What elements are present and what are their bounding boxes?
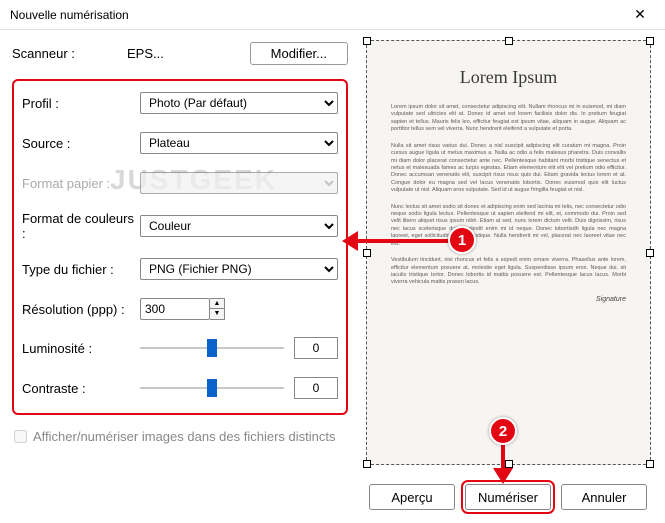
footer-buttons: Aperçu Numériser Annuler (0, 475, 665, 519)
preview-paragraph: Nulla sit amet risus varius dui. Donec a… (391, 143, 626, 195)
crop-handle[interactable] (646, 460, 654, 468)
contrast-field: Contraste : 0 (22, 377, 338, 399)
preview-button[interactable]: Aperçu (369, 484, 455, 510)
profile-label: Profil : (22, 96, 140, 111)
annotation-badge-2: 2 (489, 417, 517, 445)
annotation-arrow (346, 239, 450, 243)
contrast-value: 0 (294, 377, 338, 399)
brightness-label: Luminosité : (22, 341, 140, 356)
color-label: Format de couleurs : (22, 211, 140, 241)
filetype-select[interactable]: PNG (Fichier PNG) (140, 258, 338, 280)
preview-signature: Signature (391, 296, 626, 303)
contrast-slider[interactable] (140, 378, 284, 398)
contrast-label: Contraste : (22, 381, 140, 396)
crop-handle[interactable] (646, 249, 654, 257)
settings-highlight-box: Profil : Photo (Par défaut) Source : Pla… (12, 79, 348, 415)
profile-field: Profil : Photo (Par défaut) (22, 91, 338, 115)
separate-files-checkbox (14, 430, 27, 443)
brightness-value: 0 (294, 337, 338, 359)
scan-button[interactable]: Numériser (465, 484, 551, 510)
color-field: Format de couleurs : Couleur (22, 211, 338, 241)
resolution-stepper[interactable]: ▲ ▼ (210, 298, 225, 320)
titlebar: Nouvelle numérisation ✕ (0, 0, 665, 30)
close-icon[interactable]: ✕ (625, 6, 655, 23)
annotation-arrowhead (493, 468, 513, 484)
annotation-arrowhead (342, 231, 358, 251)
crop-handle[interactable] (363, 460, 371, 468)
crop-handle[interactable] (646, 37, 654, 45)
profile-select[interactable]: Photo (Par défaut) (140, 92, 338, 114)
source-label: Source : (22, 136, 140, 151)
brightness-field: Luminosité : 0 (22, 337, 338, 359)
annotation-badge-1: 1 (448, 226, 476, 254)
color-select[interactable]: Couleur (140, 215, 338, 237)
separate-files-label: Afficher/numériser images dans des fichi… (33, 429, 336, 444)
resolution-field: Résolution (ppp) : ▲ ▼ (22, 297, 338, 321)
chevron-down-icon[interactable]: ▼ (210, 309, 224, 319)
scanner-label: Scanneur : (12, 46, 127, 61)
scanner-row: Scanneur : EPS... Modifier... (12, 42, 348, 65)
source-field: Source : Plateau (22, 131, 338, 155)
crop-handle[interactable] (363, 37, 371, 45)
brightness-slider[interactable] (140, 338, 284, 358)
scanner-value: EPS... (127, 46, 250, 61)
paper-select (140, 172, 338, 194)
preview-area[interactable]: Lorem Ipsum Lorem ipsum dolor sit amet, … (366, 40, 651, 465)
resolution-input[interactable] (140, 298, 210, 320)
separate-files-row: Afficher/numériser images dans des fichi… (12, 429, 348, 444)
filetype-label: Type du fichier : (22, 262, 140, 277)
change-scanner-button[interactable]: Modifier... (250, 42, 348, 65)
chevron-up-icon[interactable]: ▲ (210, 299, 224, 309)
preview-paragraph: Lorem ipsum dolor sit amet, consectetur … (391, 104, 626, 134)
preview-panel: Lorem Ipsum Lorem ipsum dolor sit amet, … (360, 30, 665, 475)
window-title: Nouvelle numérisation (10, 8, 625, 22)
source-select[interactable]: Plateau (140, 132, 338, 154)
crop-handle[interactable] (505, 460, 513, 468)
crop-handle[interactable] (505, 37, 513, 45)
cancel-button[interactable]: Annuler (561, 484, 647, 510)
preview-title: Lorem Ipsum (391, 67, 626, 88)
filetype-field: Type du fichier : PNG (Fichier PNG) (22, 257, 338, 281)
preview-paragraph: Vestibulum tincidunt, nisi rhoncus et fe… (391, 257, 626, 287)
resolution-label: Résolution (ppp) : (22, 302, 140, 317)
crop-handle[interactable] (363, 249, 371, 257)
settings-panel: Scanneur : EPS... Modifier... JUSTGEEK P… (0, 30, 360, 475)
content-area: Scanneur : EPS... Modifier... JUSTGEEK P… (0, 30, 665, 475)
paper-label: Format papier : (22, 176, 140, 191)
paper-field: Format papier : (22, 171, 338, 195)
